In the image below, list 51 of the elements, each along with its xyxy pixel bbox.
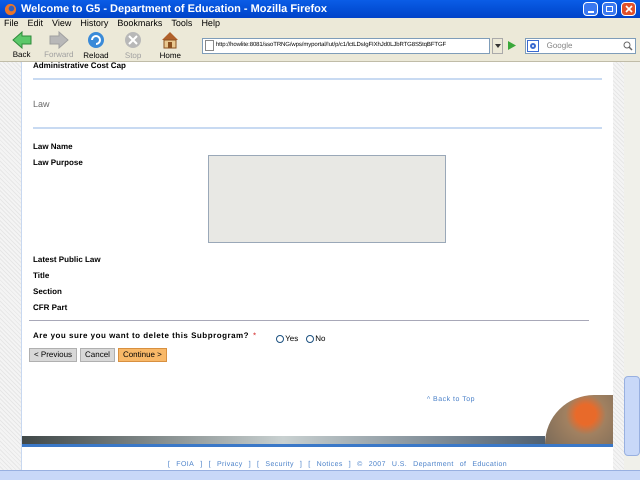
vertical-scrollbar[interactable]	[624, 62, 640, 470]
menu-item[interactable]: History	[80, 17, 108, 31]
firefox-logo-icon	[4, 2, 17, 16]
back-arrow-icon	[10, 30, 33, 48]
reload-icon	[86, 30, 106, 50]
field-label: Section	[33, 286, 62, 298]
form-button[interactable]: < Previous	[29, 348, 78, 362]
field-label: Latest Public Law	[33, 254, 101, 266]
window-title: Welcome to G5 - Department of Education - Mozilla Firefox	[21, 2, 328, 17]
field-label: Title	[33, 270, 50, 282]
form-button[interactable]: Cancel	[80, 348, 115, 362]
stop-icon	[123, 30, 144, 50]
forward-arrow-icon	[48, 30, 70, 48]
caret-icon	[494, 44, 501, 48]
minimize-button[interactable]	[583, 2, 598, 16]
radio-option[interactable]: No	[306, 332, 326, 345]
restore-button[interactable]	[602, 2, 617, 16]
dropdown-button[interactable]	[492, 38, 503, 54]
scroll-thumb[interactable]	[624, 376, 640, 456]
classroom-photo	[545, 394, 613, 444]
toolbar-button[interactable]: Back	[4, 30, 40, 60]
menu-item[interactable]: Bookmarks	[117, 17, 162, 31]
search-icon	[623, 40, 634, 50]
radio-option[interactable]: Yes	[276, 332, 298, 345]
search-field[interactable]: Google	[546, 40, 617, 52]
horizontal-scrollbar[interactable]	[0, 470, 640, 480]
textarea-field[interactable]	[208, 155, 446, 244]
form-button[interactable]: Continue >	[118, 348, 167, 362]
field-label: CFR Part	[33, 302, 68, 314]
play-icon	[508, 41, 516, 50]
menu-item[interactable]: File	[4, 17, 19, 31]
radio-button[interactable]	[306, 334, 314, 343]
close-button[interactable]	[621, 2, 636, 16]
question-text: Are you sure you want to delete this Subprogram?	[33, 330, 250, 342]
field-label: Law Purpose	[33, 157, 84, 170]
field-label: Administrative Cost Cap	[33, 62, 126, 70]
toolbar-button[interactable]: Reload	[78, 30, 114, 62]
section-title: Law	[33, 98, 50, 109]
menu-item[interactable]: View	[52, 17, 72, 31]
menu-item[interactable]: Edit	[28, 17, 44, 31]
required-mark: *	[253, 330, 256, 342]
page-icon	[204, 40, 214, 51]
close-icon	[624, 5, 632, 13]
field-label: Law Name	[33, 141, 73, 154]
menu-item[interactable]: Tools	[171, 17, 192, 31]
search-engine-icon	[526, 40, 539, 52]
toolbar-button[interactable]: Home	[152, 30, 188, 62]
search-bar[interactable]: Google	[524, 38, 636, 54]
radio-button[interactable]	[276, 334, 284, 343]
home-icon	[160, 30, 180, 50]
menu-item[interactable]: Help	[201, 17, 220, 31]
